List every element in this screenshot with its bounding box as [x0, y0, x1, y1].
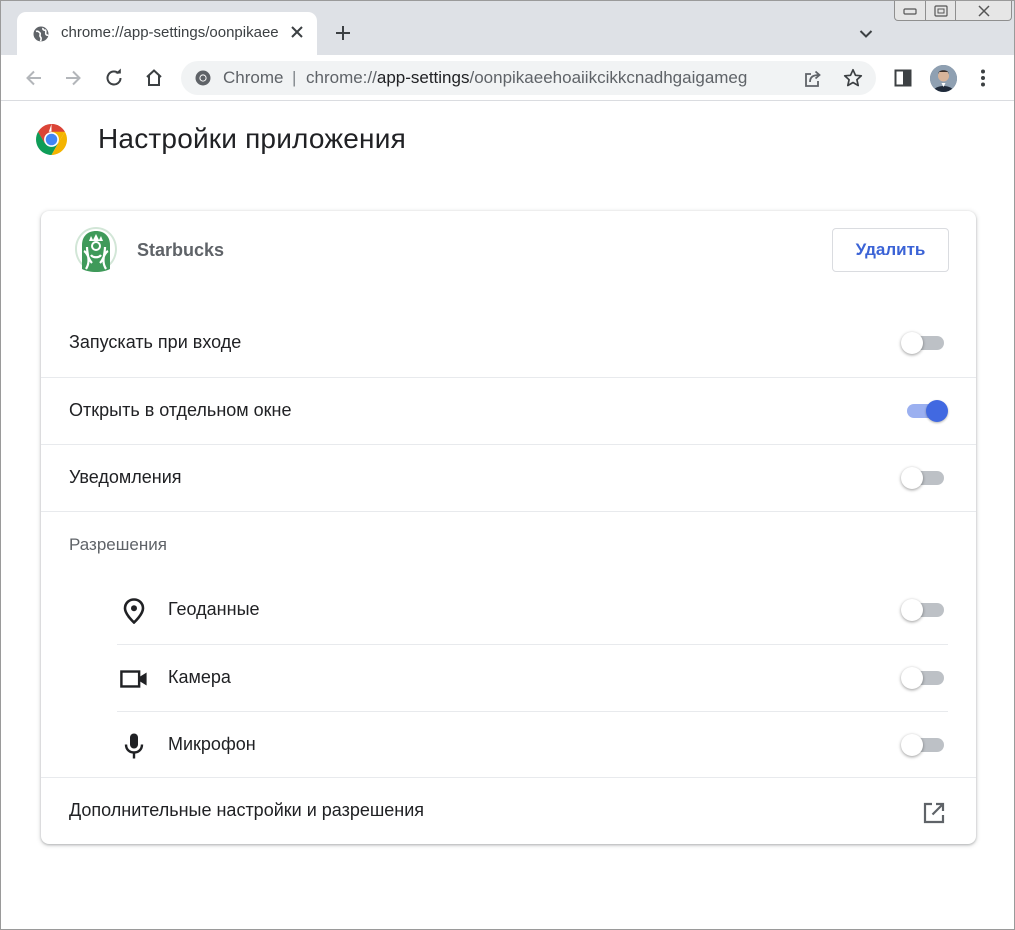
app-settings-page: Настройки приложения Starbucks Удалить З… [1, 102, 1014, 929]
url-host: app-settings [376, 68, 470, 87]
notifications-toggle[interactable] [901, 466, 945, 490]
microphone-icon [120, 732, 148, 760]
permission-camera-row[interactable]: Камера [117, 644, 948, 711]
new-tab-button[interactable] [331, 21, 355, 45]
camera-icon [120, 665, 148, 693]
notifications-label: Уведомления [69, 467, 182, 487]
chrome-logo-icon [36, 124, 67, 155]
toolbar: Chrome | chrome://app-settings/oonpikaee… [1, 55, 1014, 101]
permission-location-toggle[interactable] [901, 598, 945, 622]
side-panel-button[interactable] [891, 66, 915, 90]
notifications-row[interactable]: Уведомления [41, 444, 976, 511]
toggle-knob [901, 734, 923, 756]
omnibox-chip: Chrome [223, 68, 284, 87]
maximize-button[interactable] [926, 1, 956, 21]
browser-window: chrome://app-settings/oonpikaeehoaiikcik… [0, 0, 1015, 930]
back-button[interactable] [22, 66, 46, 90]
tab-close-button[interactable] [287, 22, 307, 42]
permissions-header-row: Разрешения [41, 511, 976, 578]
toggle-knob [901, 467, 923, 489]
arrow-forward-icon [66, 70, 81, 86]
close-icon [291, 26, 303, 38]
url-path: /oonpikaeehoaiikcikkcnadhgaigameg [469, 68, 748, 87]
profile-photo-icon [930, 65, 957, 92]
menu-button[interactable] [971, 66, 995, 90]
profile-avatar[interactable] [930, 65, 957, 92]
toggle-knob [901, 599, 923, 621]
url-scheme: chrome:// [306, 68, 377, 87]
window-controls [894, 1, 1014, 23]
permission-camera-toggle[interactable] [901, 666, 945, 690]
globe-icon [33, 26, 49, 42]
permission-camera-label: Камера [168, 667, 231, 687]
run-on-login-toggle[interactable] [901, 331, 945, 355]
omnibox-separator: | [292, 68, 297, 87]
address-bar[interactable]: Chrome | chrome://app-settings/oonpikaee… [181, 61, 876, 95]
more-settings-row[interactable]: Дополнительные настройки и разрешения [41, 777, 976, 844]
minimize-button[interactable] [894, 1, 926, 21]
tab-search-button[interactable] [855, 23, 877, 45]
tab-strip: chrome://app-settings/oonpikaeehoaiikcik… [1, 1, 1014, 55]
open-in-window-label: Открыть в отдельном окне [69, 400, 292, 420]
close-icon [977, 4, 990, 17]
page-title: Настройки приложения [98, 123, 406, 154]
share-icon [805, 70, 821, 87]
app-settings-card: Starbucks Удалить Запускать при входе От… [41, 211, 976, 844]
active-tab[interactable]: chrome://app-settings/oonpikaeehoaiikcik… [17, 12, 317, 55]
more-settings-label: Дополнительные настройки и разрешения [69, 800, 425, 820]
chevron-down-icon [859, 30, 873, 38]
arrow-back-icon [26, 70, 41, 86]
maximize-icon [933, 4, 948, 17]
permission-location-label: Геоданные [168, 599, 260, 619]
bookmark-button[interactable] [842, 67, 864, 89]
window-close-button[interactable] [956, 1, 1012, 21]
permission-location-row[interactable]: Геоданные [117, 577, 948, 644]
app-name: Starbucks [137, 240, 225, 260]
toggle-knob [901, 332, 923, 354]
minimize-icon [903, 7, 917, 15]
run-on-login-row[interactable]: Запускать при входе [41, 310, 976, 377]
reload-icon [106, 68, 122, 86]
reload-button[interactable] [102, 66, 126, 90]
star-icon [843, 68, 863, 87]
tab-title: chrome://app-settings/oonpikaeehoaiikcik… [61, 24, 279, 41]
run-on-login-label: Запускать при входе [69, 332, 242, 352]
permission-microphone-label: Микрофон [168, 734, 256, 754]
side-panel-icon [894, 69, 912, 87]
open-external-icon[interactable] [921, 800, 947, 826]
url-text[interactable]: chrome://app-settings/oonpikaeehoaiikcik… [306, 68, 747, 88]
open-in-window-toggle[interactable] [904, 399, 948, 423]
permission-microphone-row[interactable]: Микрофон [117, 711, 948, 778]
remove-app-button[interactable]: Удалить [832, 228, 949, 272]
toggle-knob [926, 400, 948, 422]
chrome-icon [195, 70, 211, 86]
plus-icon [336, 26, 350, 40]
toggle-knob [901, 667, 923, 689]
starbucks-logo-icon [72, 225, 120, 273]
location-pin-icon [120, 597, 148, 625]
permissions-label: Разрешения [69, 535, 167, 554]
home-icon [146, 69, 162, 86]
more-vert-icon [981, 69, 985, 87]
permission-microphone-toggle[interactable] [901, 733, 945, 757]
open-in-window-row[interactable]: Открыть в отдельном окне [41, 377, 976, 444]
forward-button[interactable] [61, 66, 85, 90]
share-button[interactable] [802, 68, 824, 90]
home-button[interactable] [142, 66, 166, 90]
